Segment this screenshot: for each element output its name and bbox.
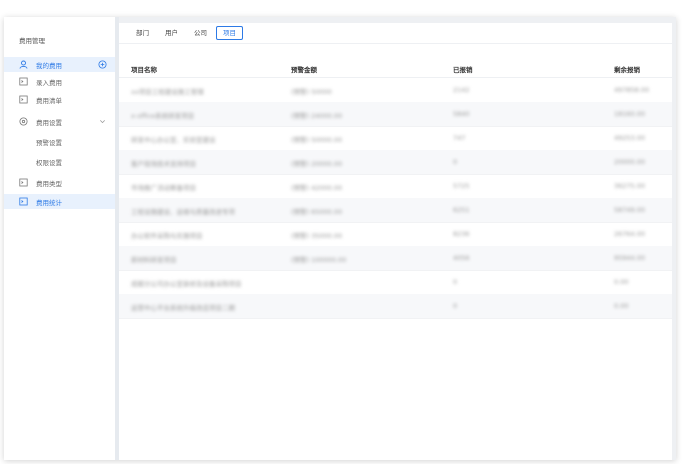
column-header-project-name: 项目名称 (131, 66, 157, 74)
table-row[interactable]: 新材料研发项目 (预警) 100000.00 4056 95944.00 (119, 246, 672, 271)
project-name-cell: 研发中心办公室、实验室建设 (131, 136, 216, 144)
project-name-cell: xx项目工程建设施工管理 (131, 88, 204, 96)
reimbursed-cell: 0 (453, 158, 458, 166)
table-row[interactable]: 工程设施建设、运维与质量改进专项 (预警) 65000.00 6251 5874… (119, 198, 672, 223)
tab-bar: 部门 用户 公司 项目 (119, 23, 672, 44)
remaining-cell: 0.00 (614, 278, 629, 286)
sidebar-item-label: 费用设置 (36, 118, 62, 127)
chevron-down-icon[interactable] (98, 117, 107, 126)
project-name-cell: 新材料研发项目 (131, 256, 177, 264)
table-row[interactable]: 研发中心办公室、实验室建设 (预警) 50000.00 747 49253.00 (119, 126, 672, 151)
form-icon (19, 95, 28, 104)
column-header-remaining: 剩余报销 (614, 66, 640, 74)
table-row[interactable]: xx项目工程建设施工管理 (预警) 50000 2142 497858.00 (119, 78, 672, 103)
remaining-cell: 49253.00 (614, 134, 646, 142)
table-row[interactable]: x-office系统研发项目 (预警) 24000.00 5840 18160.… (119, 102, 672, 127)
sidebar-item-expense-types[interactable]: 费用类型 (4, 175, 115, 190)
table-header: 项目名称 预警金额 已报销 剩余报销 (119, 57, 672, 78)
sidebar-item-label: 费用统计 (36, 198, 62, 207)
warning-amount-cell: (预警) 50000.00 (291, 136, 343, 144)
reimbursed-cell: 4056 (453, 254, 470, 262)
remaining-cell: 18160.00 (614, 110, 646, 118)
table-row[interactable]: 客户现场技术支持项目 (预警) 20000.00 0 20000.00 (119, 150, 672, 175)
project-name-cell: x-office系统研发项目 (131, 112, 195, 120)
reimbursed-cell: 0 (453, 302, 458, 310)
reimbursed-cell: 2142 (453, 86, 470, 94)
remaining-cell: 36275.00 (614, 182, 646, 190)
sidebar-item-label: 费用清单 (36, 96, 62, 105)
reimbursed-cell: 747 (453, 134, 466, 142)
sidebar-title: 费用管理 (19, 37, 45, 45)
remaining-cell: 95944.00 (614, 254, 646, 262)
settings-icon (19, 117, 28, 126)
sidebar-item-label: 录入费用 (36, 78, 62, 87)
project-name-cell: 工程设施建设、运维与质量改进专项 (131, 208, 235, 216)
warning-amount-cell: (预警) 50000 (291, 88, 332, 96)
tab-user[interactable]: 用户 (162, 27, 181, 39)
sidebar-item-label: 费用类型 (36, 179, 62, 188)
warning-amount-cell: (预警) 20000.00 (291, 160, 343, 168)
plus-circle-icon[interactable] (98, 60, 107, 69)
reimbursed-cell: 8236 (453, 230, 470, 238)
project-name-cell: 运营中心平台系统升级改造项目二期 (131, 304, 235, 312)
form-icon (19, 197, 28, 206)
form-icon (19, 178, 28, 187)
project-name-cell: 办公软件采购与实施项目 (131, 232, 203, 240)
tab-project[interactable]: 项目 (216, 26, 243, 40)
warning-amount-cell: (预警) 35000.00 (291, 232, 343, 240)
project-name-cell: 市场推广活动筹备项目 (131, 184, 196, 192)
sidebar-item-expense-settings[interactable]: 费用设置 (4, 114, 115, 129)
sidebar-item-expense-list[interactable]: 费用清单 (4, 92, 115, 107)
reimbursed-cell: 0 (453, 278, 458, 286)
sidebar-item-label: 预警设置 (36, 138, 62, 147)
sidebar-item-label: 我的费用 (36, 61, 62, 70)
reimbursed-cell: 6251 (453, 206, 470, 214)
remaining-cell: 497858.00 (614, 86, 650, 94)
form-icon (19, 77, 28, 86)
column-header-warning-amount: 预警金额 (291, 66, 317, 74)
project-name-cell: 客户现场技术支持项目 (131, 160, 196, 168)
tab-company[interactable]: 公司 (191, 27, 210, 39)
table-row[interactable]: 运营中心平台系统升级改造项目二期 0 0.00 (119, 294, 672, 319)
remaining-cell: 58749.00 (614, 206, 646, 214)
sidebar-item-expense-statistics[interactable]: 费用统计 (4, 194, 115, 209)
warning-amount-cell: (预警) 24000.00 (291, 112, 343, 120)
sidebar-item-label: 权限设置 (36, 158, 62, 167)
remaining-cell: 0.00 (614, 302, 629, 310)
warning-amount-cell: (预警) 65000.00 (291, 208, 343, 216)
sidebar-item-permission-settings[interactable]: 权限设置 (4, 154, 115, 169)
column-header-reimbursed: 已报销 (453, 66, 473, 74)
main-content: 部门 用户 公司 项目 项目名称 预警金额 已报销 剩余报销 xx项目工程建设施… (119, 23, 672, 460)
app-window: 费用管理 我的费用 录入费用 费用清单 费用设置 预警设置 权限设置 费用类型 … (4, 17, 676, 460)
sidebar-item-enter-expense[interactable]: 录入费用 (4, 74, 115, 89)
tab-department[interactable]: 部门 (133, 27, 152, 39)
reimbursed-cell: 5725 (453, 182, 470, 190)
warning-amount-cell: (预警) 100000.00 (291, 256, 347, 264)
project-name-cell: 成都分公司办公室装修及设备采购项目 (131, 280, 242, 288)
table-row[interactable]: 市场推广活动筹备项目 (预警) 42000.00 5725 36275.00 (119, 174, 672, 199)
sidebar: 费用管理 我的费用 录入费用 费用清单 费用设置 预警设置 权限设置 费用类型 … (4, 17, 119, 460)
sidebar-item-warning-settings[interactable]: 预警设置 (4, 134, 115, 149)
reimbursed-cell: 5840 (453, 110, 470, 118)
table-row[interactable]: 成都分公司办公室装修及设备采购项目 0 0.00 (119, 270, 672, 295)
person-icon (19, 60, 28, 69)
remaining-cell: 26764.00 (614, 230, 646, 238)
warning-amount-cell: (预警) 42000.00 (291, 184, 343, 192)
remaining-cell: 20000.00 (614, 158, 646, 166)
table-row[interactable]: 办公软件采购与实施项目 (预警) 35000.00 8236 26764.00 (119, 222, 672, 247)
sidebar-item-my-expenses[interactable]: 我的费用 (4, 57, 115, 72)
